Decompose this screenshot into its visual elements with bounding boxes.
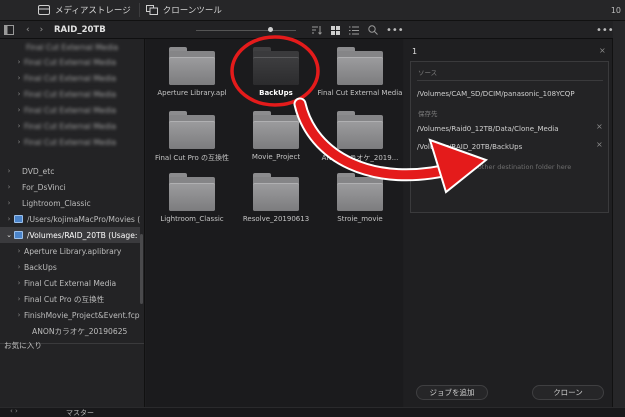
sidebar-item-finish-movie[interactable]: ›FinishMovie_Project&Event.fcpbu... <box>0 307 140 323</box>
folder-item[interactable]: Stroie_movie <box>317 167 403 227</box>
toolbar-right: 10 <box>607 0 625 21</box>
sidebar-item[interactable]: › Final Cut External Media <box>0 86 140 102</box>
browser-toolbar: ‹ › RAID_20TB ••• ••• <box>0 21 625 39</box>
sidebar-item-for-dsvinci[interactable]: › For_DsVinci <box>0 179 140 195</box>
remove-destination-icon[interactable]: × <box>596 122 603 131</box>
destination-label: 保存先 <box>418 110 438 118</box>
folder-icon <box>169 111 215 149</box>
slider-track <box>196 29 296 31</box>
sidebar-item[interactable]: › Final Cut External Media <box>0 102 140 118</box>
destination-path[interactable]: /Volumes/RAID_20TB/BackUps <box>417 143 522 151</box>
remove-destination-icon[interactable]: × <box>596 140 603 149</box>
folder-icon <box>253 173 299 211</box>
chevron-right-icon: › <box>7 215 11 223</box>
clone-job-panel: 1 × ソース /Volumes/CAM_SD/DCIM/panasonic_1… <box>404 39 613 407</box>
panel-more-options-icon[interactable]: ••• <box>596 21 614 39</box>
chevron-right-icon: › <box>7 199 11 207</box>
sidebar-item-final-cut-pro-compat[interactable]: › Final Cut Pro の互換性 <box>0 291 140 307</box>
folder-icon <box>253 47 299 85</box>
folder-icon <box>337 111 383 149</box>
drive-icon <box>14 231 23 239</box>
sidebar-scrollbar[interactable] <box>140 234 143 304</box>
sidebar-item[interactable]: › Final Cut External Media <box>0 134 140 150</box>
bottom-bar: ‹ › マスター <box>0 407 625 417</box>
chevron-right-icon: › <box>17 138 21 146</box>
sidebar-item-raid-20tb[interactable]: ⌄/Volumes/RAID_20TB (Usage: 61... <box>0 227 140 243</box>
favorites-header: お気に入り <box>4 340 42 350</box>
chevron-right-icon: › <box>17 74 21 82</box>
chevron-right-icon: › <box>17 122 21 130</box>
clone-tool-icon <box>145 5 158 15</box>
folder-name: Stroie_movie <box>337 215 383 223</box>
clone-tool-tab[interactable]: クローンツール <box>140 0 230 21</box>
forward-arrow-icon[interactable]: › <box>40 25 44 35</box>
sidebar-item-dvd-etc[interactable]: › DVD_etc <box>0 163 140 179</box>
bottom-bar-label: マスター <box>66 409 94 417</box>
chevron-right-icon: › <box>17 263 21 271</box>
sidebar-item-user-movies[interactable]: ›/Users/kojimaMacPro/Movies (U... <box>0 211 140 227</box>
job-number: 1 <box>412 47 418 56</box>
chevron-right-icon: › <box>17 295 21 303</box>
source-divider <box>417 80 603 81</box>
source-path[interactable]: /Volumes/CAM_SD/DCIM/panasonic_108YCQP <box>417 90 575 98</box>
drive-icon <box>14 215 23 223</box>
sidebar: Final Cut External Media › Final Cut Exte… <box>0 39 145 407</box>
folder-name: Final Cut External Media <box>317 89 403 97</box>
clone-tool-label: クローンツール <box>162 6 222 16</box>
clone-job-card: ソース /Volumes/CAM_SD/DCIM/panasonic_108YC… <box>410 61 609 213</box>
chevron-right-icon: › <box>17 106 21 114</box>
chevron-right-icon: › <box>17 279 21 287</box>
sidebar-item[interactable]: › Final Cut External Media <box>0 118 140 134</box>
back-arrow-icon[interactable]: ‹ <box>26 25 30 35</box>
slider-knob[interactable] <box>268 27 273 32</box>
bottom-nav-arrows[interactable]: ‹ › <box>10 407 18 415</box>
clone-button[interactable]: クローン <box>532 385 604 400</box>
chevron-right-icon: › <box>7 183 11 191</box>
media-storage-tab[interactable]: メディアストレージ <box>0 0 139 21</box>
sidebar-item-lightroom-classic[interactable]: › Lightroom_Classic <box>0 195 140 211</box>
list-view-icon[interactable] <box>349 26 359 35</box>
more-options-icon[interactable]: ••• <box>386 21 404 39</box>
folder-item[interactable]: ANONカラオケ_2019... <box>317 105 403 165</box>
media-storage-label: メディアストレージ <box>55 6 131 16</box>
current-location: RAID_20TB <box>54 25 106 35</box>
sidebar-item-final-cut-external-media[interactable]: › Final Cut External Media <box>0 275 140 291</box>
chevron-right-icon: › <box>17 311 21 319</box>
destination-path[interactable]: /Volumes/Raid0_12TB/Data/Clone_Media <box>417 125 559 133</box>
chevron-right-icon: › <box>17 247 21 255</box>
grid-view-icon[interactable] <box>331 25 340 35</box>
sidebar-item[interactable]: Final Cut External Media <box>0 39 140 55</box>
drop-destination-hint[interactable]: Drop another destination folder here <box>452 163 571 171</box>
thumbnail-size-slider[interactable] <box>196 21 296 39</box>
folder-icon <box>253 111 299 149</box>
search-icon[interactable] <box>368 25 378 35</box>
folder-grid: Aperture Library.apl BackUps Final Cut E… <box>146 39 403 407</box>
folder-name: ANONカラオケ_2019... <box>321 154 399 162</box>
chevron-right-icon: › <box>17 90 21 98</box>
chevron-right-icon: › <box>17 58 21 66</box>
sidebar-item[interactable]: › Final Cut External Media <box>0 70 140 86</box>
sidebar-toggle-icon[interactable] <box>4 25 14 35</box>
folder-item[interactable]: Final Cut External Media <box>317 41 403 101</box>
add-job-button[interactable]: ジョブを追加 <box>416 385 488 400</box>
right-edge-panel <box>613 21 625 407</box>
close-job-icon[interactable]: × <box>599 46 606 55</box>
folder-icon <box>337 173 383 211</box>
toolbar-right-label: 10 <box>610 6 621 15</box>
folder-icon <box>337 47 383 85</box>
app-toolbar: メディアストレージ クローンツール 10 <box>0 0 625 21</box>
sidebar-item-backups[interactable]: › BackUps <box>0 259 140 275</box>
source-label: ソース <box>418 69 438 77</box>
media-storage-icon <box>38 5 50 15</box>
chevron-right-icon: › <box>7 167 11 175</box>
sidebar-item[interactable]: › Final Cut External Media <box>0 54 140 70</box>
chevron-down-icon: ⌄ <box>6 231 12 239</box>
folder-icon <box>169 173 215 211</box>
sidebar-item-aperture-library[interactable]: › Aperture Library.aplibrary <box>0 243 140 259</box>
sort-icon[interactable] <box>312 25 322 35</box>
folder-icon <box>169 47 215 85</box>
